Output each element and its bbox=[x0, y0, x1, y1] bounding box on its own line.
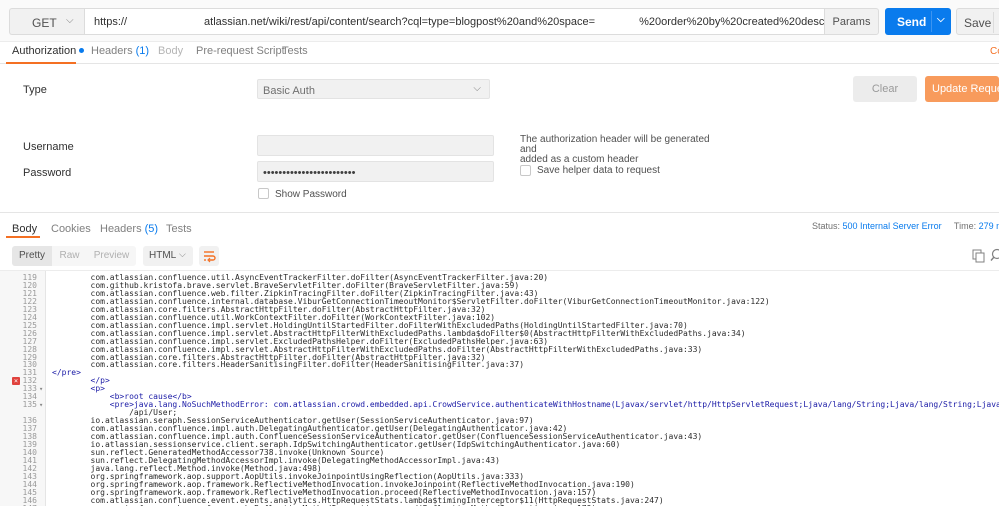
format-value: HTML bbox=[149, 250, 177, 261]
password-label: Password bbox=[23, 167, 72, 179]
tab-cutoff-text[interactable]: Co bbox=[990, 46, 999, 57]
show-password-checkbox[interactable] bbox=[258, 188, 269, 199]
response-body-code[interactable]: 119 com.atlassian.confluence.util.AsyncE… bbox=[0, 270, 999, 506]
request-tabs: Authorization Headers (1) Body Pre-reque… bbox=[0, 42, 999, 64]
format-select[interactable]: HTML ⌵ bbox=[143, 246, 193, 266]
url-input[interactable]: https:// atlassian.net/wiki/rest/api/con… bbox=[84, 8, 825, 35]
chevron-down-icon: ⌵ bbox=[179, 249, 186, 259]
type-label: Type bbox=[23, 84, 47, 96]
tab-count: (5) bbox=[144, 223, 159, 235]
tab-label: Authorization bbox=[12, 45, 77, 57]
preview-button[interactable]: Preview bbox=[87, 246, 136, 266]
clear-button[interactable]: Clear bbox=[853, 76, 917, 102]
code-text: com.atlassian.core.filters.HeaderSanitis… bbox=[52, 360, 525, 370]
status-value[interactable]: 500 Internal Server Error bbox=[843, 221, 942, 231]
auth-type-select[interactable]: Basic Auth ⌵ bbox=[257, 79, 490, 99]
active-dot-icon bbox=[79, 48, 85, 53]
send-button[interactable]: Send ⌵ bbox=[885, 8, 951, 35]
line-number: 135 bbox=[22, 400, 37, 410]
status-label: Status: bbox=[812, 221, 841, 231]
note-line: The authorization header will be generat… bbox=[520, 134, 710, 155]
tab-response-body[interactable]: Body bbox=[12, 223, 37, 235]
tab-label: Headers bbox=[100, 223, 142, 235]
pretty-button[interactable]: Pretty bbox=[12, 246, 52, 266]
tab-pre-request-script[interactable]: Pre-request Script bbox=[196, 45, 285, 57]
method-select[interactable]: GET ⌵ bbox=[9, 8, 84, 35]
url-bar: GET ⌵ https:// atlassian.net/wiki/rest/a… bbox=[0, 0, 999, 42]
auth-pane bbox=[0, 64, 999, 212]
code-line: × 132 </p> bbox=[0, 377, 999, 386]
fold-arrow-icon[interactable]: ▾ bbox=[39, 401, 43, 409]
fold-arrow-icon[interactable]: ▾ bbox=[39, 385, 43, 393]
code-line: 131 </pre> bbox=[0, 369, 999, 377]
show-password-label: Show Password bbox=[275, 189, 347, 200]
time-value[interactable]: 279 m bbox=[979, 221, 999, 231]
send-label: Send bbox=[897, 15, 927, 29]
auth-header-note: The authorization header will be generat… bbox=[520, 135, 710, 165]
save-helper-checkbox[interactable] bbox=[520, 165, 531, 176]
tab-authorization[interactable]: Authorization bbox=[12, 45, 85, 57]
username-label: Username bbox=[23, 141, 74, 153]
chevron-down-icon: ⌵ bbox=[66, 15, 74, 26]
method-value: GET bbox=[32, 16, 57, 30]
copy-icon[interactable] bbox=[972, 249, 986, 266]
save-button[interactable]: Save bbox=[956, 8, 999, 35]
chevron-down-icon: ⌵ bbox=[473, 83, 481, 94]
tab-response-headers[interactable]: Headers (5) bbox=[100, 223, 158, 235]
divider bbox=[931, 11, 932, 32]
tab-label: Headers bbox=[91, 45, 133, 57]
username-input[interactable] bbox=[257, 135, 494, 156]
tab-tests[interactable]: Tests bbox=[282, 45, 308, 57]
password-input[interactable]: •••••••••••••••••••••••• bbox=[257, 161, 494, 182]
save-helper-label: Save helper data to request bbox=[537, 165, 660, 176]
save-label: Save bbox=[964, 16, 992, 30]
code-text: <pre>java.lang.NoSuchMethodError: com.at… bbox=[109, 400, 999, 410]
params-button[interactable]: Params bbox=[824, 8, 879, 35]
response-status: Status: 500 Internal Server Error Time: … bbox=[812, 221, 999, 231]
update-request-button[interactable]: Update Request bbox=[925, 76, 999, 102]
tab-response-tests[interactable]: Tests bbox=[166, 223, 192, 235]
note-line: added as a custom header bbox=[520, 154, 639, 165]
tab-body[interactable]: Body bbox=[158, 45, 183, 57]
tab-count: (1) bbox=[135, 45, 150, 57]
auth-type-value: Basic Auth bbox=[263, 85, 315, 97]
chevron-down-icon[interactable]: ⌵ bbox=[937, 14, 945, 25]
active-tab-indicator bbox=[6, 236, 40, 238]
time-label: Time: bbox=[953, 221, 977, 231]
search-icon[interactable] bbox=[990, 248, 999, 265]
tab-cookies[interactable]: Cookies bbox=[51, 223, 91, 235]
wrap-lines-icon[interactable] bbox=[199, 246, 219, 266]
raw-button[interactable]: Raw bbox=[52, 246, 87, 266]
tab-headers[interactable]: Headers (1) bbox=[91, 45, 149, 57]
code-line: 130 com.atlassian.core.filters.HeaderSan… bbox=[0, 361, 999, 369]
divider bbox=[993, 12, 994, 33]
